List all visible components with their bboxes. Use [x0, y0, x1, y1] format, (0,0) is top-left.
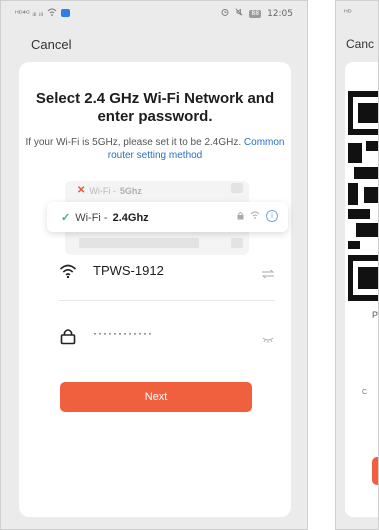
- illustration-2-4ghz-row: ✓ Wi-Fi - 2.4Ghz: [61, 211, 149, 225]
- illustration-placeholder-icon: [231, 183, 243, 193]
- cancel-button[interactable]: Cancel: [31, 37, 71, 52]
- alarm-icon: [221, 8, 229, 19]
- wifi-ssid-value: TPWS-1912: [93, 263, 164, 278]
- lock-icon: [59, 327, 77, 345]
- illustration-2-4ghz-band: 2.4Ghz: [112, 211, 149, 224]
- password-field[interactable]: ············: [59, 321, 275, 351]
- network-signal-icons: ᴴᴰ⁴ᴳ ᵢₗₗ ᵢₗₗ: [15, 8, 44, 18]
- status-bar: ᴴᴰ⁴ᴳ ᵢₗₗ ᵢₗₗ 88 12:05: [1, 1, 307, 23]
- eye-closed-icon[interactable]: [261, 331, 275, 343]
- illustration-2-4ghz-card: ✓ Wi-Fi - 2.4Ghz i: [47, 202, 288, 232]
- qr-caption-fragment: P: [372, 310, 379, 320]
- illustration-row-icons: i: [237, 210, 278, 222]
- info-icon: i: [266, 210, 278, 222]
- wifi-status-icon: [47, 8, 57, 18]
- switch-network-icon[interactable]: [261, 266, 275, 279]
- phone-screen-left: ᴴᴰ⁴ᴳ ᵢₗₗ ᵢₗₗ 88 12:05 Cancel Select 2.4 …: [0, 0, 308, 530]
- battery-icon: 88: [249, 9, 262, 18]
- next-button[interactable]: Next: [60, 382, 252, 412]
- cross-icon: ✕: [77, 185, 86, 196]
- page-title: Select 2.4 GHz Wi-Fi Network and enter p…: [35, 90, 275, 125]
- qr-code-icon: [348, 91, 378, 305]
- mute-icon: [235, 8, 243, 19]
- illustration-5ghz-band: 5Ghz: [119, 185, 142, 196]
- illustration-placeholder-icon: [231, 238, 243, 248]
- band-hint: If your Wi-Fi is 5GHz, please set it to …: [19, 136, 291, 162]
- cancel-button-right[interactable]: Canc: [346, 37, 374, 51]
- status-bar-right: ᴴᴰ: [344, 8, 352, 17]
- illustration-5ghz-prefix: Wi-Fi -: [89, 185, 116, 196]
- qr-note-fragment: C: [362, 389, 368, 396]
- status-right-group: 88 12:05: [221, 8, 293, 19]
- status-left-group: ᴴᴰ⁴ᴳ ᵢₗₗ ᵢₗₗ: [15, 8, 71, 18]
- wifi-icon: [59, 262, 77, 280]
- password-value: ············: [93, 326, 153, 340]
- app-notification-icon: [61, 9, 71, 17]
- hint-text: If your Wi-Fi is 5GHz, please set it to …: [25, 137, 242, 148]
- wifi-small-icon: [250, 211, 260, 221]
- primary-button-right[interactable]: [372, 457, 378, 485]
- check-icon: ✓: [61, 212, 71, 224]
- wifi-setup-card: Select 2.4 GHz Wi-Fi Network and enter p…: [19, 62, 291, 517]
- illustration-placeholder-bar: [79, 238, 199, 248]
- wifi-ssid-field[interactable]: TPWS-1912: [59, 256, 275, 286]
- lock-small-icon: [237, 211, 244, 222]
- phone-screen-right: ᴴᴰ Canc P C: [335, 0, 379, 530]
- illustration-5ghz-row: ✕ Wi-Fi - 5Ghz: [77, 185, 142, 196]
- screenshot-root: ᴴᴰ⁴ᴳ ᵢₗₗ ᵢₗₗ 88 12:05 Cancel Select 2.4 …: [0, 0, 379, 530]
- illustration-2-4ghz-prefix: Wi-Fi -: [75, 211, 108, 224]
- status-time: 12:05: [267, 8, 293, 19]
- field-divider: [59, 300, 275, 301]
